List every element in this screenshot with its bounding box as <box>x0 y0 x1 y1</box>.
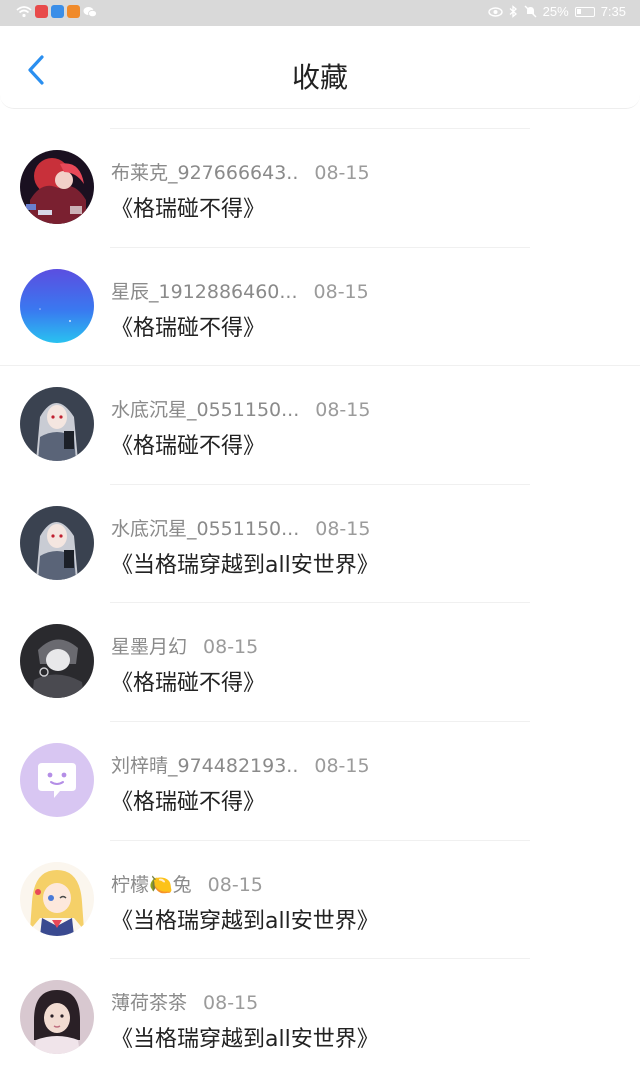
work-title[interactable]: 《当格瑞穿越到all安世界》 <box>111 903 379 935</box>
anime-monochrome-avatar-icon <box>20 624 94 699</box>
date: 08-15 <box>314 162 370 184</box>
work-title[interactable]: 《当格瑞穿越到all安世界》 <box>111 547 379 579</box>
row-divider <box>110 602 530 604</box>
list-item[interactable]: 柠檬🍋兔 08-15 《当格瑞穿越到all安世界》 <box>0 839 640 959</box>
anime-blonde-girl-avatar-icon <box>20 861 94 936</box>
clock: 7:35 <box>600 4 626 19</box>
row-divider <box>110 483 530 485</box>
avatar[interactable] <box>20 624 94 699</box>
wifi-icon <box>16 6 32 18</box>
list-item[interactable]: 布莱克_927666643.. 08-15 《格瑞碰不得》 <box>0 128 640 247</box>
row-meta: 星墨月幻 08-15 <box>111 632 258 659</box>
battery-icon <box>574 6 595 17</box>
anime-red-hair-avatar-icon <box>20 150 94 224</box>
row-meta: 水底沉星_0551150... 08-15 <box>111 514 370 541</box>
app-icon-blue <box>51 5 64 18</box>
list-item[interactable]: 水底沉星_0551150... 08-15 《当格瑞穿越到all安世界》 <box>0 483 640 603</box>
username[interactable]: 星墨月幻 <box>111 636 187 658</box>
username[interactable]: 布莱克_927666643.. <box>111 162 298 184</box>
list-item[interactable]: 星辰_1912886460... 08-15 《格瑞碰不得》 <box>0 246 640 366</box>
row-meta: 布莱克_927666643.. 08-15 <box>111 158 370 185</box>
date: 08-15 <box>315 399 371 422</box>
avatar[interactable] <box>20 742 94 817</box>
avatar[interactable] <box>20 150 94 224</box>
avatar[interactable] <box>20 387 94 462</box>
row-meta: 柠檬🍋兔 08-15 <box>111 870 263 897</box>
list-item[interactable]: 薄荷茶茶 08-15 《当格瑞穿越到all安世界》 <box>0 958 640 1077</box>
bluetooth-icon <box>509 5 517 18</box>
username[interactable]: 刘梓晴_974482193.. <box>111 755 298 777</box>
battery-percent: 25% <box>542 4 569 19</box>
list-item[interactable]: 星墨月幻 08-15 《格瑞碰不得》 <box>0 602 640 721</box>
username[interactable]: 星辰_1912886460... <box>111 281 298 303</box>
date: 08-15 <box>203 636 259 659</box>
row-divider <box>110 128 530 129</box>
eye-icon <box>487 6 503 17</box>
status-right-icons: 25% 7:35 <box>487 4 626 19</box>
date: 08-15 <box>203 992 259 1015</box>
list-item[interactable]: 刘梓晴_974482193.. 08-15 《格瑞碰不得》 <box>0 720 640 840</box>
anime-grey-hair-avatar-icon <box>20 387 94 462</box>
row-meta: 刘梓晴_974482193.. 08-15 <box>111 751 370 778</box>
row-divider <box>0 365 640 367</box>
work-title[interactable]: 《格瑞碰不得》 <box>111 784 265 816</box>
row-divider <box>110 958 530 960</box>
date: 08-15 <box>315 517 371 540</box>
status-left-icons <box>16 5 97 18</box>
avatar[interactable] <box>20 268 94 343</box>
row-divider <box>110 839 530 841</box>
username[interactable]: 水底沉星_0551150... <box>111 518 299 540</box>
row-divider <box>110 720 530 722</box>
row-meta: 水底沉星_0551150... 08-15 <box>111 395 370 422</box>
avatar[interactable] <box>20 980 94 1055</box>
date: 08-15 <box>313 280 369 303</box>
work-title[interactable]: 《格瑞碰不得》 <box>111 428 265 460</box>
date: 08-15 <box>207 873 263 896</box>
username[interactable]: 柠檬🍋兔 <box>111 874 192 896</box>
row-meta: 星辰_1912886460... 08-15 <box>111 277 369 304</box>
favorites-list: 布莱克_927666643.. 08-15 《格瑞碰不得》 星辰_1912886… <box>0 128 640 1077</box>
status-bar: 25% 7:35 <box>0 0 640 26</box>
mute-icon <box>524 5 537 18</box>
work-title[interactable]: 《格瑞碰不得》 <box>111 310 265 342</box>
username[interactable]: 薄荷茶茶 <box>111 992 187 1014</box>
row-meta: 薄荷茶茶 08-15 <box>111 988 258 1015</box>
row-divider <box>110 246 530 248</box>
header-bar: 收藏 <box>0 26 640 109</box>
page-title: 收藏 <box>291 61 348 94</box>
default-chat-bubble-avatar-icon <box>20 742 94 817</box>
photo-girl-avatar-icon <box>20 980 94 1055</box>
avatar[interactable] <box>20 861 94 936</box>
work-title[interactable]: 《当格瑞穿越到all安世界》 <box>111 1021 379 1053</box>
avatar[interactable] <box>20 505 94 580</box>
app-icon-red <box>35 5 48 18</box>
blue-gradient-avatar-icon <box>20 268 94 343</box>
work-title[interactable]: 《格瑞碰不得》 <box>111 191 265 223</box>
date: 08-15 <box>314 754 370 777</box>
username[interactable]: 水底沉星_0551150... <box>111 399 299 421</box>
list-item[interactable]: 水底沉星_0551150... 08-15 《格瑞碰不得》 <box>0 365 640 484</box>
wechat-icon <box>83 6 97 17</box>
anime-grey-hair-avatar-icon <box>20 505 94 580</box>
work-title[interactable]: 《格瑞碰不得》 <box>111 665 265 697</box>
app-icon-orange <box>67 5 80 18</box>
